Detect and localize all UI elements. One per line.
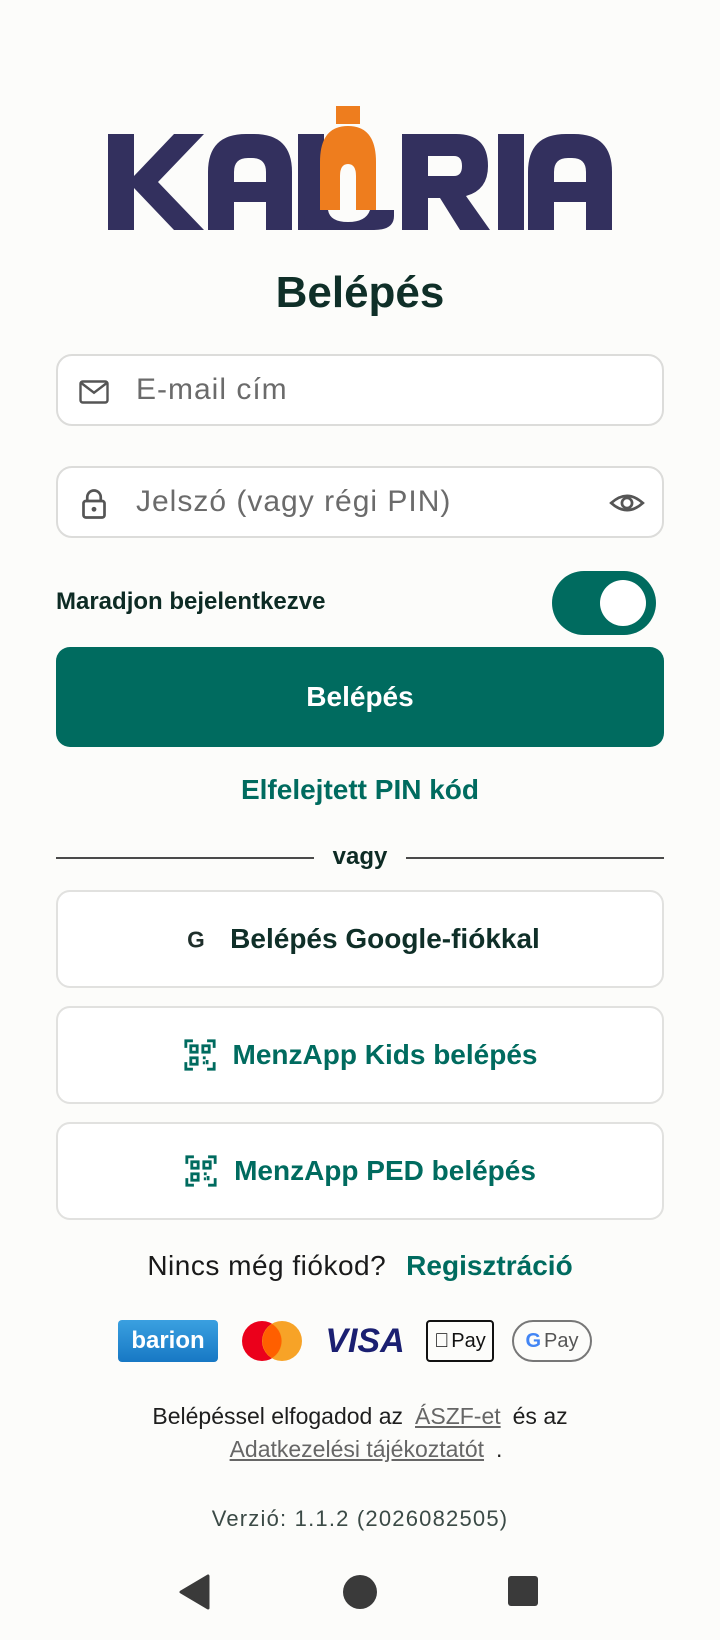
svg-text:G: G [187, 927, 205, 953]
remember-me-label: Maradjon bejelentkezve [56, 588, 326, 615]
google-icon: G [180, 922, 214, 956]
version-label: Verzió: 1.1.2 (2026082505) [211, 1506, 509, 1531]
google-login-button[interactable]: G Belépés Google-fiókkal [56, 890, 664, 988]
google-pay-logo: G Pay [512, 1320, 592, 1362]
back-icon[interactable] [178, 1574, 212, 1615]
login-button[interactable]: Belépés [56, 647, 664, 747]
password-input[interactable] [136, 468, 576, 536]
remember-me-toggle[interactable] [552, 571, 656, 635]
terms-text: Belépéssel elfogadod az ÁSZF-et és az Adat… [152, 1403, 568, 1462]
page-title: Belépés [275, 268, 445, 317]
divider-line-left [56, 857, 314, 859]
google-g-mark: G [525, 1329, 542, 1352]
recents-icon[interactable] [506, 1574, 540, 1613]
lock-icon [76, 486, 112, 522]
privacy-policy-link[interactable]: Adatkezelési tájékoztatót [230, 1436, 484, 1462]
email-field[interactable] [56, 354, 664, 426]
kaloria-logo [108, 106, 612, 236]
payment-logos: barion VISA Pay GPay [118, 1320, 602, 1366]
register-link[interactable]: Regisztráció [406, 1250, 573, 1281]
menzapp-ped-button[interactable]: MenzApp PED belépés [56, 1122, 664, 1220]
apple-pay-logo: Pay [426, 1320, 494, 1362]
divider-line-right [406, 857, 664, 859]
apple-icon:  [434, 1330, 449, 1353]
signup-row: Nincs még fiókod? Regisztráció [0, 1250, 720, 1282]
menzapp-kids-button[interactable]: MenzApp Kids belépés [56, 1006, 664, 1104]
menzapp-kids-label: MenzApp Kids belépés [232, 1039, 538, 1070]
toggle-knob [600, 580, 646, 626]
eye-icon[interactable] [608, 484, 646, 522]
password-field[interactable] [56, 466, 664, 538]
login-screen: Belépés Maradjon bejelentkezve Belépés E… [0, 0, 720, 1640]
qr-scan-icon [184, 1154, 218, 1188]
visa-logo: VISA [325, 1322, 405, 1360]
forgot-pin-link[interactable]: Elfelejtett PIN kód [0, 774, 720, 806]
home-icon[interactable] [342, 1574, 378, 1615]
barion-logo: barion [118, 1320, 218, 1362]
system-nav-bar [0, 1562, 720, 1622]
qr-scan-icon [183, 1038, 217, 1072]
mastercard-logo [238, 1320, 306, 1362]
mail-icon [76, 374, 112, 410]
aszf-link[interactable]: ÁSZF-et [415, 1403, 501, 1429]
email-input[interactable] [136, 356, 576, 424]
google-login-label: Belépés Google-fiókkal [230, 923, 540, 954]
divider-label: vagy [332, 843, 388, 870]
menzapp-ped-label: MenzApp PED belépés [234, 1155, 536, 1186]
signup-question: Nincs még fiókod? [147, 1250, 387, 1281]
